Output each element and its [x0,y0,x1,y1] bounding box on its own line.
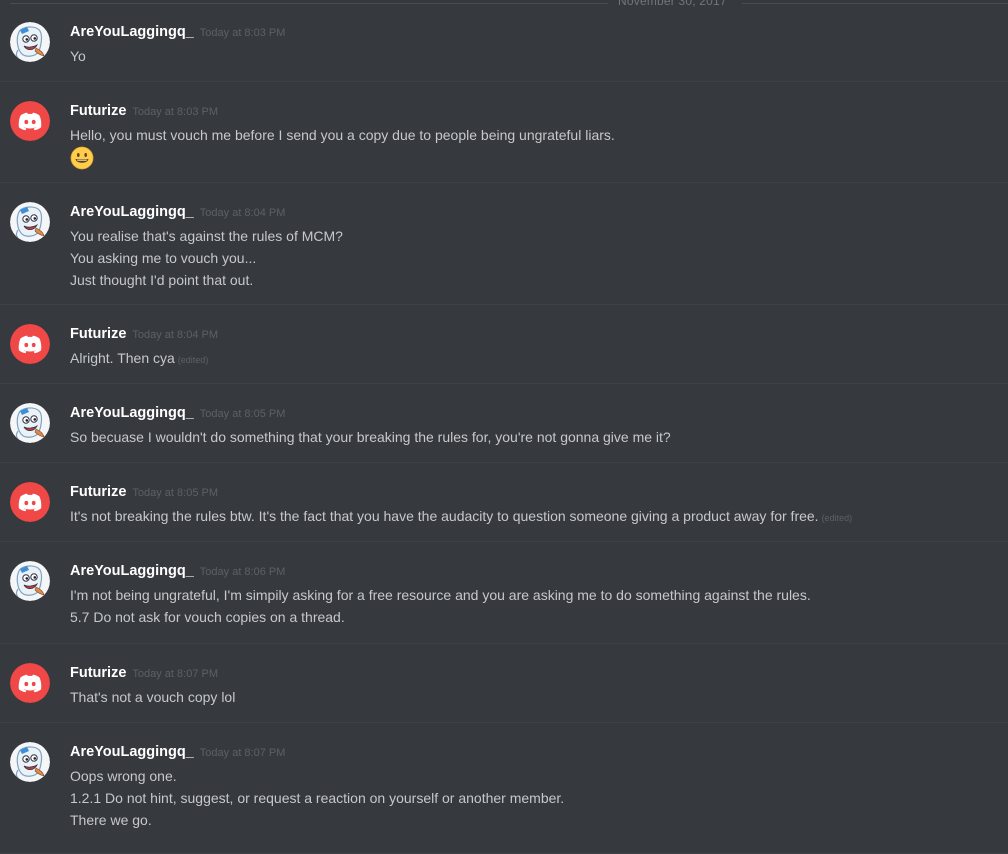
message-header: AreYouLaggingq_ Today at 8:04 PM [70,203,285,221]
message-line: Yo [70,45,86,67]
message-text: Just thought I'd point that out. [70,272,254,288]
message-line: You realise that's against the rules of … [70,225,343,247]
message-line: That's not a vouch copy lol [70,686,235,708]
message-text: Alright. Then cya [70,350,175,366]
message-header: Futurize Today at 8:07 PM [70,664,218,682]
username[interactable]: Futurize [70,326,126,342]
message-line: So becuase I wouldn't do something that … [70,426,671,448]
message-text: There we go. [70,812,152,828]
message-content: I'm not being ungrateful, I'm simpily as… [70,584,811,628]
message-content: Oops wrong one. 1.2.1 Do not hint, sugges… [70,765,564,831]
username[interactable]: Futurize [70,484,126,500]
message-header: Futurize Today at 8:05 PM [70,483,218,501]
message-timestamp: Today at 8:03 PM [132,106,218,118]
discord-logo-avatar-icon[interactable] [10,663,50,703]
username[interactable]: AreYouLaggingq_ [70,744,194,760]
message-line: It's not breaking the rules btw. It's th… [70,505,852,527]
username[interactable]: Futurize [70,665,126,681]
message-text: You realise that's against the rules of … [70,228,343,244]
message-line: Hello, you must vouch me before I send y… [70,124,615,146]
cartoon-character-avatar-icon[interactable] [10,403,50,443]
username[interactable]: AreYouLaggingq_ [70,405,194,421]
edited-marker: (edited) [177,355,209,365]
message-group: AreYouLaggingq_ Today at 8:05 PM So becuas… [0,384,1008,463]
message-line: 1.2.1 Do not hint, suggest, or request a… [70,787,564,809]
discord-logo-avatar-icon[interactable] [10,101,50,141]
message-header: AreYouLaggingq_ Today at 8:07 PM [70,743,285,761]
message-timestamp: Today at 8:07 PM [132,668,218,680]
message-content: Alright. Then cya (edited) [70,347,208,369]
message-header: AreYouLaggingq_ Today at 8:03 PM [70,23,285,41]
message-header: AreYouLaggingq_ Today at 8:05 PM [70,404,285,422]
message-timestamp: Today at 8:03 PM [199,27,286,39]
message-text: Yo [70,48,86,64]
message-line: Alright. Then cya (edited) [70,347,208,369]
cartoon-character-avatar-icon[interactable] [10,202,50,242]
message-group: AreYouLaggingq_ Today at 8:06 PM I'm not b… [0,542,1008,644]
message-timestamp: Today at 8:04 PM [199,207,286,219]
message-line: 5.7 Do not ask for vouch copies on a thr… [70,606,811,628]
message-text: I'm not being ungrateful, I'm simpily as… [70,587,811,603]
message-group: Futurize Today at 8:05 PM It's not breakin… [0,463,1008,542]
message-timestamp: Today at 8:04 PM [132,329,218,341]
message-content: Yo [70,45,86,67]
message-line: You asking me to vouch you... [70,247,343,269]
message-text: You asking me to vouch you... [70,250,257,266]
message-header: Futurize Today at 8:03 PM [70,102,218,120]
message-content: Hello, you must vouch me before I send y… [70,124,615,172]
username[interactable]: Futurize [70,103,126,119]
message-text: Hello, you must vouch me before I send y… [70,127,615,143]
message-group: AreYouLaggingq_ Today at 8:04 PM You reali… [0,183,1008,305]
message-text: 1.2.1 Do not hint, suggest, or request a… [70,790,565,806]
message-group: AreYouLaggingq_ Today at 8:07 PM Oops wron… [0,723,1008,854]
message-timestamp: Today at 8:05 PM [132,487,218,499]
message-text: That's not a vouch copy lol [70,689,236,705]
message-header: Futurize Today at 8:04 PM [70,325,218,343]
message-text: It's not breaking the rules btw. It's th… [70,508,819,524]
cartoon-character-avatar-icon[interactable] [10,742,50,782]
discord-logo-avatar-icon[interactable] [10,324,50,364]
cartoon-character-avatar-icon[interactable] [10,561,50,601]
message-timestamp: Today at 8:06 PM [199,566,286,578]
message-text: Oops wrong one. [70,768,177,784]
smiley-emoji-icon [70,146,94,170]
message-timestamp: Today at 8:05 PM [199,408,286,420]
username[interactable]: AreYouLaggingq_ [70,204,194,220]
message-line: Just thought I'd point that out. [70,269,343,291]
message-line: Oops wrong one. [70,765,564,787]
message-content: So becuase I wouldn't do something that … [70,426,671,448]
message-header: AreYouLaggingq_ Today at 8:06 PM [70,562,285,580]
edited-marker: (edited) [821,513,853,523]
message-line: I'm not being ungrateful, I'm simpily as… [70,584,811,606]
username[interactable]: AreYouLaggingq_ [70,563,194,579]
message-text: 5.7 Do not ask for vouch copies on a thr… [70,609,345,625]
discord-logo-avatar-icon[interactable] [10,482,50,522]
cartoon-character-avatar-icon[interactable] [10,22,50,62]
message-group: AreYouLaggingq_ Today at 8:03 PM Yo [0,3,1008,82]
message-timestamp: Today at 8:07 PM [199,747,286,759]
message-text: So becuase I wouldn't do something that … [70,429,671,445]
message-content: It's not breaking the rules btw. It's th… [70,505,852,527]
username[interactable]: AreYouLaggingq_ [70,24,194,40]
message-group: Futurize Today at 8:07 PM That's not a vou… [0,644,1008,723]
message-line: There we go. [70,809,564,831]
message-group: Futurize Today at 8:03 PM Hello, you must … [0,82,1008,183]
message-content: You realise that's against the rules of … [70,225,343,291]
message-group: Futurize Today at 8:04 PM Alright. Then cy… [0,305,1008,384]
message-line [70,146,615,172]
message-content: That's not a vouch copy lol [70,686,235,708]
